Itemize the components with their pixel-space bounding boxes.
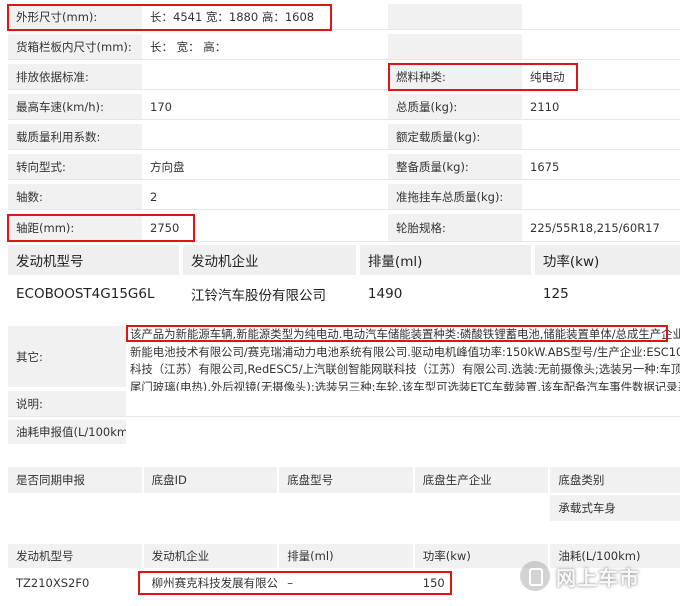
chassis-table-row: 承载式车身: [8, 495, 680, 521]
engine-model: ECOBOOST4G15G6L: [8, 279, 179, 309]
param-value-right: [522, 124, 680, 149]
param-value-left: 长：4541 宽：1880 高：1608: [142, 4, 388, 29]
param-value-right: 1675: [522, 154, 680, 179]
param-value-right: [522, 34, 680, 59]
chassis-maker: [414, 495, 549, 521]
chassis-header-id: 底盘ID: [143, 467, 278, 493]
engine-company: 江铃汽车股份有限公司: [182, 279, 356, 309]
car-site-logo-icon: [520, 561, 550, 591]
engine2-displacement: –: [279, 570, 413, 596]
engine2-header-company: 发动机企业: [143, 544, 278, 568]
param-value-left: 长： 宽： 高：: [142, 34, 388, 59]
param-value-right: 纯电动: [522, 64, 680, 89]
fuel-consumption-row: 油耗申报值(L/100km):: [8, 420, 680, 444]
engine2-company: 柳州赛克科技发展有限公司: [143, 570, 278, 596]
other-label: 其它:: [8, 326, 126, 387]
watermark: 网上车市: [520, 556, 670, 596]
param-label-right: [388, 34, 522, 59]
param-label-right: [388, 4, 522, 29]
param-row: 外形尺寸(mm): 长：4541 宽：1880 高：1608: [8, 4, 680, 30]
param-label-right: 燃料种类:: [388, 64, 522, 89]
param-label-right: 准拖挂车总质量(kg):: [388, 184, 522, 209]
engine2-model: TZ210XS2F0: [8, 570, 142, 596]
param-value-left: [142, 124, 388, 149]
chassis-type: 承载式车身: [550, 495, 680, 521]
other-note-line: 新能电池技术有限公司/赛克瑞浦动力电池系统有限公司.驱动电机峰值功率:150kW…: [130, 344, 680, 359]
param-label-left: 轴数:: [8, 184, 142, 209]
param-value-left: 方向盘: [142, 154, 388, 179]
engine-table-header: 发动机型号 发动机企业 排量(ml) 功率(kw): [8, 245, 680, 275]
other-note-line: 该产品为新能源车辆,新能源类型为纯电动.电动汽车储能装置种类:磷酸铁锂蓄电池,储…: [130, 327, 680, 341]
param-row: 转向型式: 方向盘 整备质量(kg): 1675: [8, 154, 680, 180]
param-label-right: 整备质量(kg):: [388, 154, 522, 179]
param-label-right: 额定载质量(kg):: [388, 124, 522, 149]
engine-table-row: ECOBOOST4G15G6L 江铃汽车股份有限公司 1490 125: [8, 279, 680, 309]
fuel-consumption-label: 油耗申报值(L/100km):: [8, 420, 126, 444]
param-row: 最高车速(km/h): 170 总质量(kg): 2110: [8, 94, 680, 120]
other-note-line: 科技（江苏）有限公司,RedESC5/上汽联创智能网联科技（江苏）有限公司.选装…: [130, 362, 680, 377]
watermark-text: 网上车市: [556, 565, 640, 590]
engine-displacement: 1490: [359, 279, 531, 309]
param-value-right: 225/55R18,215/60R17: [522, 214, 680, 241]
engine-power: 125: [534, 279, 680, 309]
engine2-header-model: 发动机型号: [8, 544, 142, 568]
param-value-right: [522, 4, 680, 29]
engine-header-model: 发动机型号: [8, 245, 179, 275]
description-value: [126, 391, 680, 416]
engine-header-displacement: 排量(ml): [359, 245, 531, 275]
description-row: 说明:: [8, 391, 680, 417]
param-row: 排放依据标准: 燃料种类: 纯电动: [8, 64, 680, 90]
chassis-header-same-period: 是否同期申报: [8, 467, 142, 493]
chassis-same-period: [8, 495, 142, 521]
param-row: 载质量利用系数: 额定载质量(kg):: [8, 124, 680, 150]
chassis-model: [279, 495, 413, 521]
param-label-left: 最高车速(km/h):: [8, 94, 142, 119]
param-row: 轴距(mm): 2750 轮胎规格: 225/55R18,215/60R17: [8, 214, 680, 242]
chassis-header-model: 底盘型号: [279, 467, 413, 493]
param-value-left: 170: [142, 94, 388, 119]
param-label-left: 转向型式:: [8, 154, 142, 179]
chassis-header-type: 底盘类别: [550, 467, 680, 493]
engine2-header-displacement: 排量(ml): [279, 544, 413, 568]
fuel-consumption-value: [126, 420, 680, 444]
param-label-left: 货箱栏板内尺寸(mm):: [8, 34, 142, 59]
param-value-right: 2110: [522, 94, 680, 119]
chassis-header-maker: 底盘生产企业: [414, 467, 549, 493]
param-value-left: 2750: [142, 214, 388, 241]
other-notes: 该产品为新能源车辆,新能源类型为纯电动.电动汽车储能装置种类:磷酸铁锂蓄电池,储…: [130, 326, 680, 396]
param-row: 货箱栏板内尺寸(mm): 长： 宽： 高：: [8, 34, 680, 60]
param-row: 轴数: 2 准拖挂车总质量(kg):: [8, 184, 680, 210]
param-label-left: 载质量利用系数:: [8, 124, 142, 149]
description-label: 说明:: [8, 391, 126, 416]
param-label-left: 轴距(mm):: [8, 214, 142, 241]
param-value-left: 2: [142, 184, 388, 209]
param-label-left: 排放依据标准:: [8, 64, 142, 89]
param-label-right: 轮胎规格:: [388, 214, 522, 241]
chassis-id: [143, 495, 278, 521]
param-label-right: 总质量(kg):: [388, 94, 522, 119]
param-label-left: 外形尺寸(mm):: [8, 4, 142, 29]
engine-header-company: 发动机企业: [182, 245, 356, 275]
param-value-left: [142, 64, 388, 89]
engine-header-power: 功率(kw): [534, 245, 680, 275]
chassis-table-header: 是否同期申报 底盘ID 底盘型号 底盘生产企业 底盘类别: [8, 467, 680, 493]
param-value-right: [522, 184, 680, 209]
